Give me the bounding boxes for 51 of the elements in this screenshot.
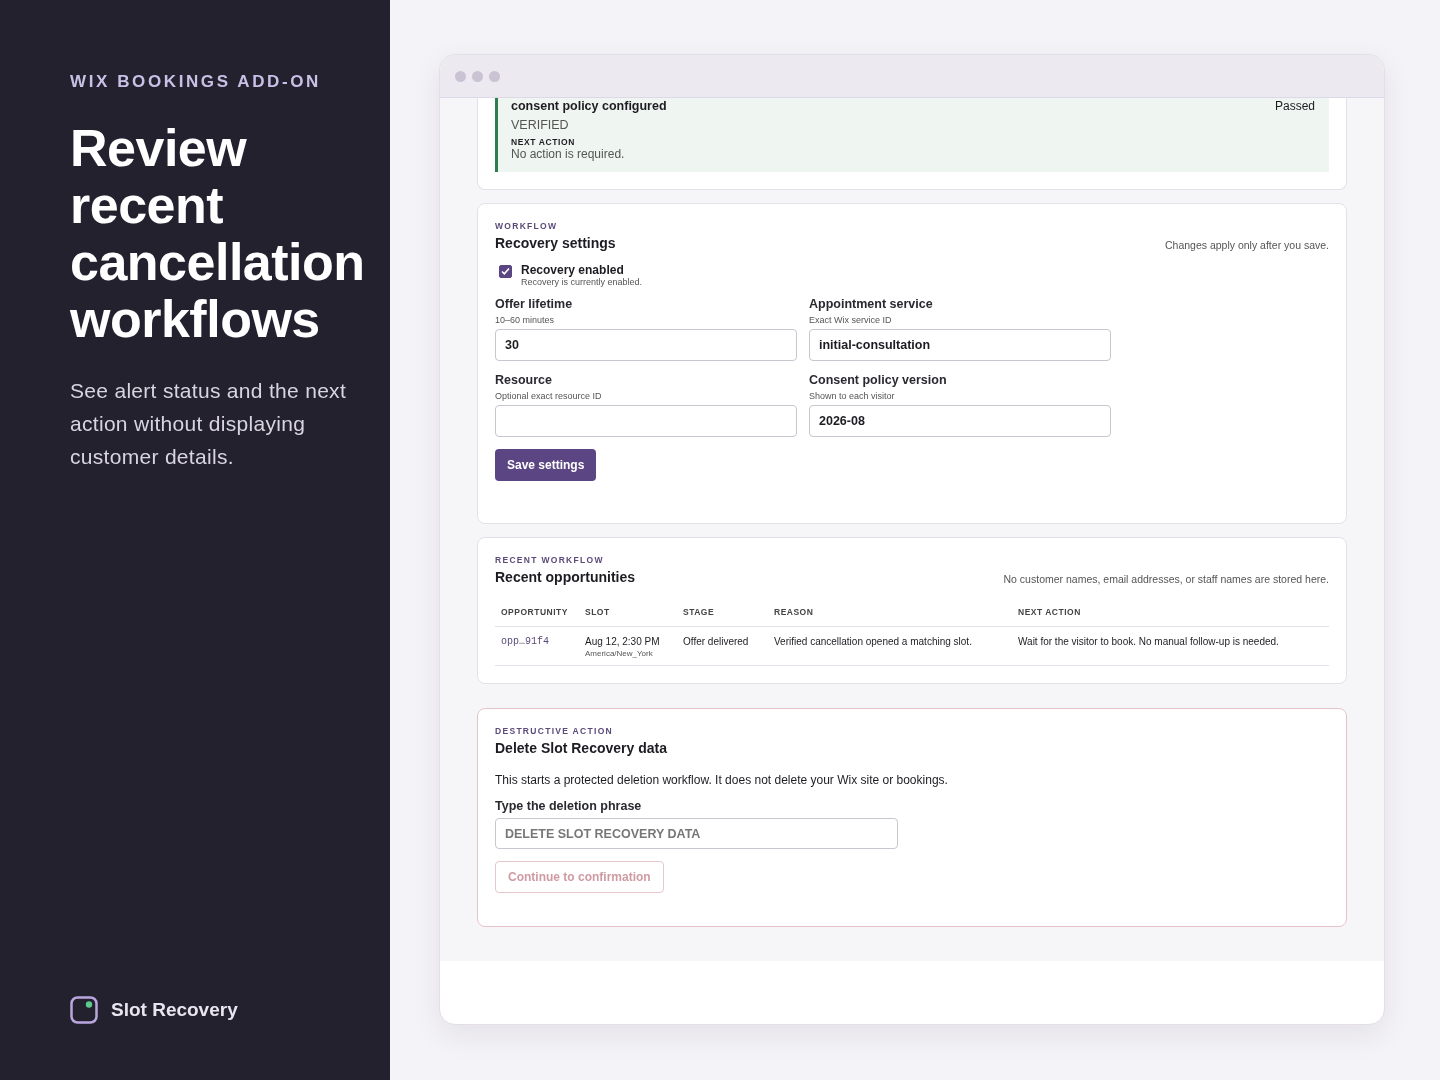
save-button[interactable]: Save settings	[495, 449, 597, 481]
checkbox[interactable]	[499, 265, 512, 278]
checkbox-label: Recovery enabled	[521, 263, 625, 277]
field-label: Appointment service	[809, 297, 934, 311]
section-eyebrow: DESTRUCTIVE ACTION	[495, 726, 614, 736]
input-field[interactable]: 2026-08	[809, 405, 1111, 437]
input-field[interactable]: initial-consultation	[809, 329, 1111, 361]
warning-text: This starts a protected deletion workflow. It does not delete your Wix site or bookings.	[495, 773, 949, 787]
check-result: Passed	[1274, 99, 1315, 113]
section-title: Recovery settings	[495, 235, 616, 251]
input-field[interactable]	[495, 405, 797, 437]
section-title: Delete Slot Recovery data	[495, 740, 668, 756]
column-header: REASON	[768, 603, 1012, 627]
table-cell-text: Verified cancellation opened a matching slot.	[774, 636, 973, 647]
next-action-text: No action is required.	[511, 147, 626, 161]
window-dot-icon	[455, 70, 466, 82]
column-header: STAGE	[677, 603, 768, 627]
section-note: Changes apply only after you save.	[1164, 239, 1329, 251]
brand-name: Slot Recovery	[111, 999, 238, 1021]
table-cell-text: Aug 12, 2:30 PM	[585, 636, 661, 647]
field-label: Type the deletion phrase	[495, 799, 643, 813]
column-header: OPPORTUNITY	[495, 603, 579, 627]
column-header: NEXT ACTION	[1012, 603, 1329, 627]
field-hint: Exact Wix service ID	[809, 315, 893, 325]
section-eyebrow: WORKFLOW	[495, 221, 559, 231]
field-hint: Optional exact resource ID	[495, 391, 603, 401]
window-dot-icon	[489, 70, 500, 82]
field-hint: Shown to each visitor	[809, 391, 896, 401]
check-status: VERIFIED	[511, 118, 570, 132]
field-hint: 10–60 minutes	[495, 315, 556, 325]
field-label: Offer lifetime	[495, 297, 574, 311]
table-cell-text: Offer delivered	[683, 636, 750, 647]
input-field[interactable]: DELETE SLOT RECOVERY DATA	[495, 818, 898, 849]
table-cell-text: opp…91f4	[501, 636, 550, 647]
check-title: consent policy configured	[511, 98, 667, 113]
field-label: Resource	[495, 373, 553, 387]
timezone-text: America/New_York	[585, 649, 654, 658]
eyebrow-label: WIX BOOKINGS ADD-ON	[70, 72, 322, 92]
checkbox-hint: Recovery is currently enabled.	[521, 277, 643, 287]
logo-icon	[70, 996, 98, 1024]
window-dot-icon	[472, 70, 483, 82]
headline: Review recent cancellation workflows	[70, 120, 360, 348]
section-eyebrow: RECENT WORKFLOW	[495, 555, 605, 565]
input-field[interactable]: 30	[495, 329, 797, 361]
table-cell-text: Wait for the visitor to book. No manual follow-up is needed.	[1018, 636, 1280, 647]
field-label: Consent policy version	[809, 373, 948, 387]
section-note: No customer names, email addresses, or staff names are stored here.	[1003, 573, 1329, 585]
next-action-label: NEXT ACTION	[511, 137, 576, 147]
description: See alert status and the next action without displaying customer details.	[70, 378, 348, 470]
section-title: Recent opportunities	[495, 569, 635, 585]
column-header: SLOT	[579, 603, 677, 627]
